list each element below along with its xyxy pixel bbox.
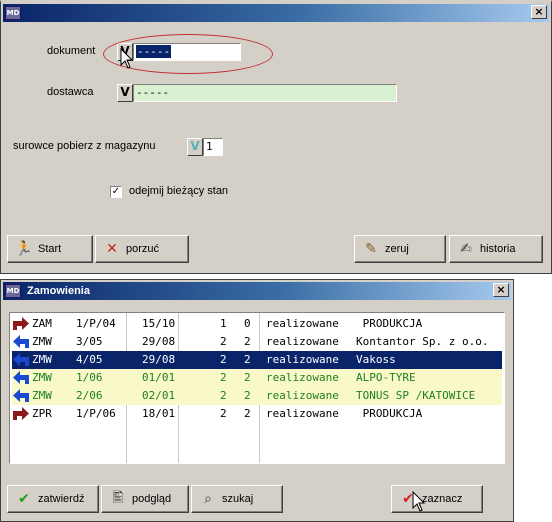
porzuc-button[interactable]: ✕ porzuć xyxy=(95,235,189,263)
magazyn-field[interactable]: 1 xyxy=(203,138,223,156)
dokument-label: dokument xyxy=(47,45,96,57)
dostawca-field[interactable]: ----- xyxy=(133,84,397,102)
porzuc-label: porzuć xyxy=(126,243,160,255)
runner-icon: 🏃 xyxy=(15,241,33,257)
cell-b: 0 xyxy=(244,317,251,330)
cell-name: PRODUKCJA xyxy=(356,407,423,420)
cell-b: 2 xyxy=(244,407,251,420)
cell-b: 2 xyxy=(244,389,251,402)
table-row[interactable]: ZMW 3/05 29/08 2 2 realizowane Kontantor Sp. z… xyxy=(12,333,502,351)
szukaj-button[interactable]: ⌕ szukaj xyxy=(191,485,283,513)
app-icon: MD xyxy=(5,284,21,298)
cell-b: 2 xyxy=(244,371,251,384)
cell-code: ZPR xyxy=(32,407,52,420)
cell-status: realizowane xyxy=(266,335,339,348)
zatwierdz-button[interactable]: ✔ zatwierdź xyxy=(7,485,99,513)
start-button[interactable]: 🏃 Start xyxy=(7,235,93,263)
preview-icon: 🖺 xyxy=(112,490,124,506)
zamowienia-titlebar[interactable]: MD Zamowienia × xyxy=(3,282,511,300)
arrow-right-icon xyxy=(13,317,29,330)
main-dialog-titlebar[interactable]: MD × xyxy=(3,4,549,22)
surowce-label: surowce pobierz z magazynu xyxy=(13,140,156,152)
cell-b: 2 xyxy=(244,335,251,348)
cell-code: ZAM xyxy=(32,317,52,330)
cell-date: 29/08 xyxy=(142,335,176,348)
cell-a: 2 xyxy=(220,371,227,384)
cell-status: realizowane xyxy=(266,371,339,384)
magazyn-select-button[interactable]: V xyxy=(187,138,203,156)
historia-button[interactable]: ✍ historia xyxy=(449,235,543,263)
app-icon: MD xyxy=(5,6,21,20)
orders-list[interactable]: ZAM 1/P/04 15/10 1 0 realizowane PRODUKCJA ZMW… xyxy=(9,312,505,464)
main-dialog: MD × dokument V ----- dostawca V ----- s… xyxy=(0,0,552,274)
cell-num: 1/P/06 xyxy=(76,407,116,420)
table-row[interactable]: ZMW 1/06 01/01 2 2 realizowane ALPO-TYRE xyxy=(12,369,502,387)
odejmij-label: odejmij bieżący stan xyxy=(129,185,229,197)
cell-name: PRODUKCJA xyxy=(356,317,423,330)
table-row[interactable]: ZAM 1/P/04 15/10 1 0 realizowane PRODUKCJA xyxy=(12,315,502,333)
close-button[interactable]: × xyxy=(493,283,509,297)
podglad-label: podgląd xyxy=(132,493,172,505)
historia-label: historia xyxy=(480,243,516,255)
cell-code: ZMW xyxy=(32,389,52,402)
table-row[interactable]: ZMW 4/05 29/08 2 2 realizowane Vakoss xyxy=(12,351,502,369)
cell-name: Vakoss xyxy=(356,353,396,366)
cell-name: TONUS SP /KATOWICE xyxy=(356,389,476,402)
cell-status: realizowane xyxy=(266,389,339,402)
cell-name: ALPO-TYRE xyxy=(356,371,416,384)
cell-date: 18/01 xyxy=(142,407,176,420)
odejmij-checkbox[interactable]: ✓ xyxy=(110,186,122,198)
mouse-cursor-icon xyxy=(120,48,134,69)
cell-b: 2 xyxy=(244,353,251,366)
dostawca-label: dostawca xyxy=(47,86,94,98)
history-icon: ✍ xyxy=(460,241,472,257)
cell-date: 01/01 xyxy=(142,371,176,384)
cell-date: 29/08 xyxy=(142,353,176,366)
cell-num: 4/05 xyxy=(76,353,103,366)
cell-a: 2 xyxy=(220,335,227,348)
cell-code: ZMW xyxy=(32,371,52,384)
mouse-cursor-icon xyxy=(412,491,426,512)
table-row[interactable]: ZMW 2/06 02/01 2 2 realizowane TONUS SP /KATOW… xyxy=(12,387,502,405)
zamowienia-title: Zamowienia xyxy=(27,285,90,297)
check-icon: ✔ xyxy=(18,491,30,507)
cell-date: 15/10 xyxy=(142,317,176,330)
cell-status: realizowane xyxy=(266,407,339,420)
zaznacz-button[interactable]: ✔ zaznacz xyxy=(391,485,483,513)
cell-date: 02/01 xyxy=(142,389,176,402)
zamowienia-dialog: MD Zamowienia × ZAM 1/P/04 15/10 1 0 realizow… xyxy=(0,279,514,522)
zeruj-label: zeruj xyxy=(385,243,409,255)
cell-a: 2 xyxy=(220,353,227,366)
cross-icon: ✕ xyxy=(106,241,118,257)
cell-status: realizowane xyxy=(266,353,339,366)
zeruj-button[interactable]: ✎ zeruj xyxy=(354,235,446,263)
cell-name: Kontantor Sp. z o.o. xyxy=(356,335,489,348)
arrow-right-icon xyxy=(13,407,29,420)
cell-a: 2 xyxy=(220,407,227,420)
search-icon: ⌕ xyxy=(204,491,212,507)
eraser-icon: ✎ xyxy=(365,241,377,257)
zaznacz-label: zaznacz xyxy=(422,493,463,505)
table-row[interactable]: ZPR 1/P/06 18/01 2 2 realizowane PRODUKCJA xyxy=(12,405,502,423)
close-button[interactable]: × xyxy=(531,5,547,19)
cell-a: 2 xyxy=(220,389,227,402)
zatwierdz-label: zatwierdź xyxy=(38,493,85,505)
cell-num: 3/05 xyxy=(76,335,103,348)
cell-num: 1/P/04 xyxy=(76,317,116,330)
cell-status: realizowane xyxy=(266,317,339,330)
start-label: Start xyxy=(38,243,62,255)
cell-code: ZMW xyxy=(32,353,52,366)
arrow-left-icon xyxy=(13,335,29,348)
cell-num: 2/06 xyxy=(76,389,103,402)
arrow-left-icon xyxy=(13,389,29,402)
szukaj-label: szukaj xyxy=(222,493,254,505)
cell-a: 1 xyxy=(220,317,227,330)
arrow-left-icon xyxy=(13,353,29,366)
dostawca-select-button[interactable]: V xyxy=(117,84,133,102)
arrow-left-icon xyxy=(13,371,29,384)
cell-code: ZMW xyxy=(32,335,52,348)
podglad-button[interactable]: 🖺 podgląd xyxy=(101,485,189,513)
cell-num: 1/06 xyxy=(76,371,103,384)
